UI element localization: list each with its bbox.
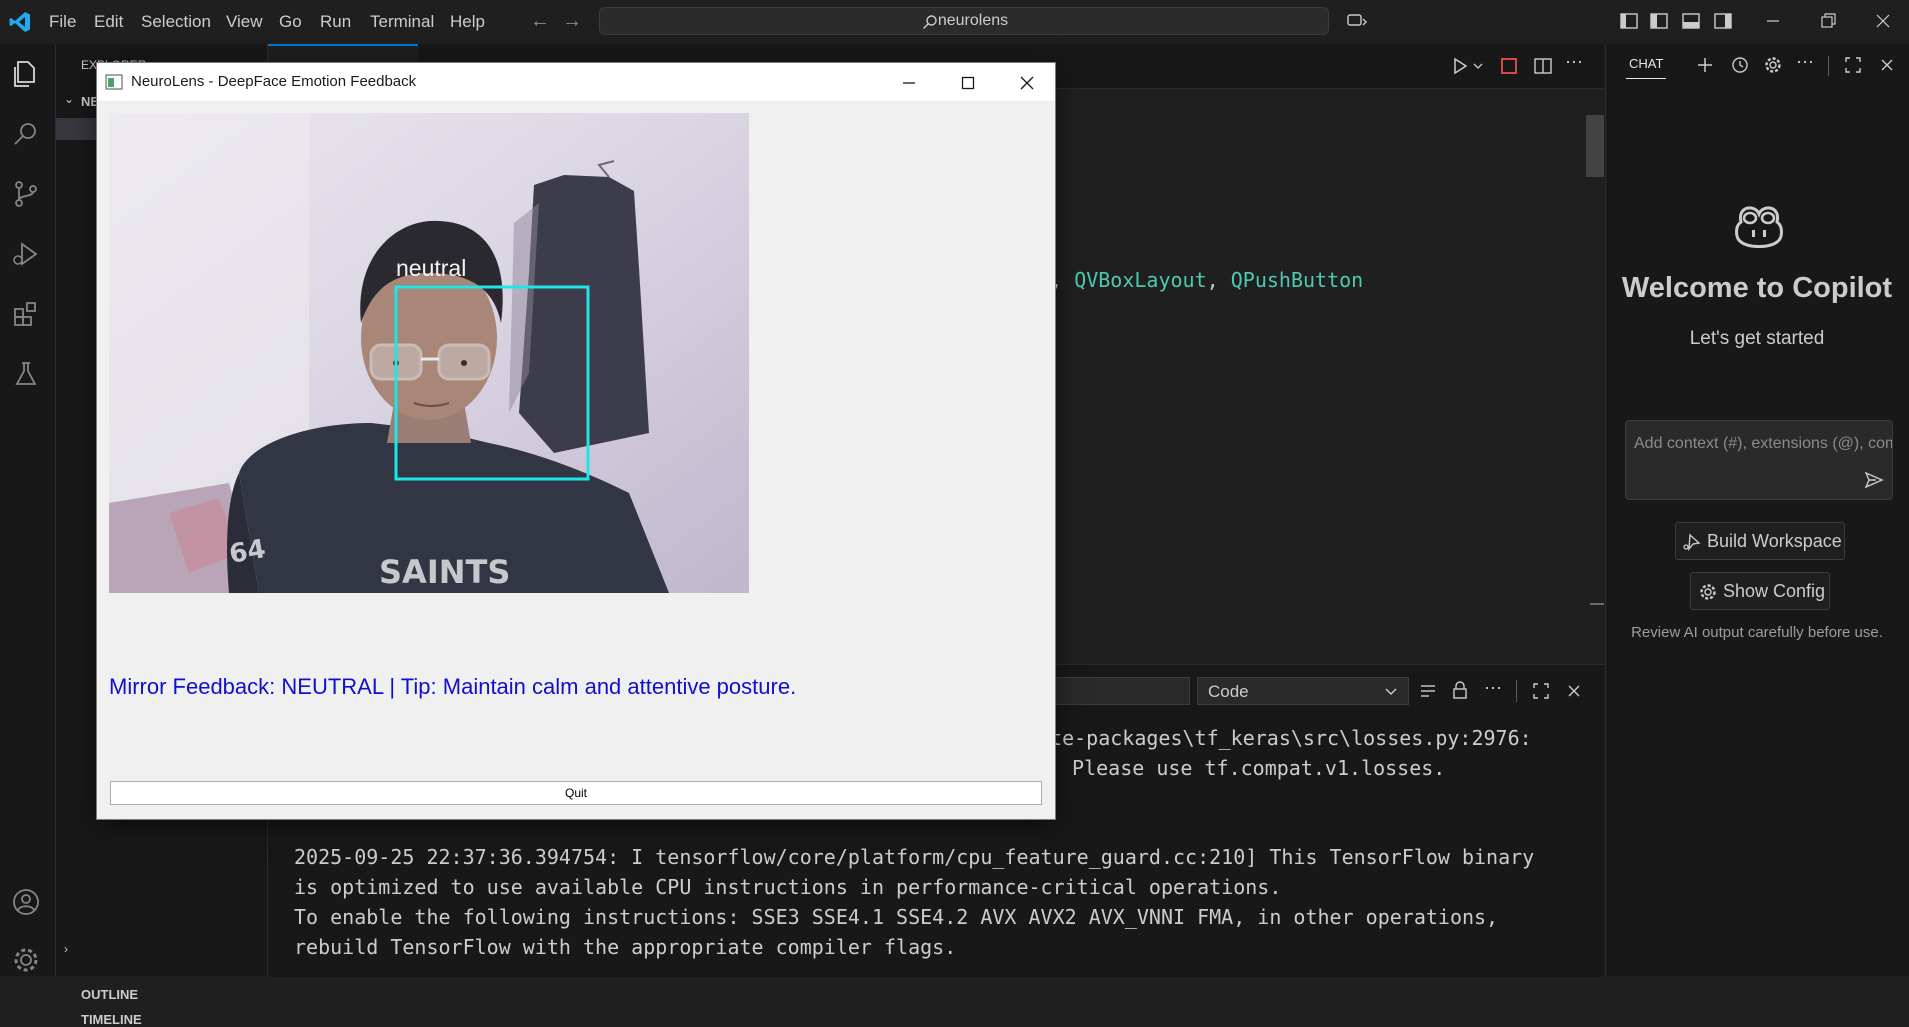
search-label: neurolens xyxy=(937,12,1009,29)
menu-go[interactable]: Go xyxy=(279,12,302,32)
new-chat-plus-icon[interactable] xyxy=(1696,56,1714,74)
review-ai-note: Review AI output carefully before use. xyxy=(1631,624,1883,641)
output-line: ite-packages\tf_keras\src\losses.py:2976… xyxy=(1038,726,1532,750)
word-wrap-icon[interactable] xyxy=(1418,681,1438,701)
testing-flask-icon[interactable] xyxy=(10,358,42,390)
timeline-section-header[interactable]: TIMELINE xyxy=(81,1012,142,1027)
more-actions-icon[interactable]: ⋯ xyxy=(1484,678,1502,699)
chat-input-placeholder: Add context (#), extensions (@), command… xyxy=(1634,435,1892,452)
chat-settings-gear-icon[interactable] xyxy=(1764,56,1782,74)
toggle-sidebar-icon[interactable] xyxy=(1648,10,1670,32)
menu-help[interactable]: Help xyxy=(450,12,485,32)
explorer-files-icon[interactable] xyxy=(10,58,42,90)
emotion-label: neutral xyxy=(396,255,467,281)
maximize-panel-icon[interactable] xyxy=(1531,681,1551,701)
minimize-icon[interactable] xyxy=(1762,10,1784,32)
more-actions-icon[interactable]: ⋯ xyxy=(1565,52,1583,73)
stop-square-icon[interactable] xyxy=(1500,57,1518,75)
activity-bar xyxy=(0,44,56,976)
search-icon[interactable] xyxy=(10,118,42,150)
build-rocket-icon xyxy=(1683,533,1701,552)
build-workspace-label: Build Workspace xyxy=(1707,531,1842,551)
chat-history-icon[interactable] xyxy=(1731,56,1749,74)
copilot-chat-panel xyxy=(1605,44,1909,976)
chat-input[interactable]: Add context (#), extensions (@), command… xyxy=(1625,420,1893,500)
close-chat-icon[interactable] xyxy=(1879,57,1895,73)
chevron-down-icon[interactable]: ⌄ xyxy=(64,92,74,106)
build-workspace-button[interactable]: Build Workspace xyxy=(1675,522,1845,560)
toggle-panel-icon[interactable] xyxy=(1680,10,1702,32)
chevron-down-icon xyxy=(1385,688,1397,695)
quit-button[interactable]: Quit xyxy=(110,781,1042,805)
output-line: Please use tf.compat.v1.losses. xyxy=(1060,756,1446,780)
maximize-chat-icon[interactable] xyxy=(1844,56,1862,74)
split-editor-icon[interactable] xyxy=(1533,56,1553,76)
maximize-icon[interactable] xyxy=(956,71,980,95)
webcam-frame-image: SAINTS 64 xyxy=(109,113,749,593)
gear-icon xyxy=(1700,584,1716,600)
app-window-icon xyxy=(105,74,123,90)
chat-tab[interactable]: CHAT xyxy=(1629,56,1663,71)
menu-run[interactable]: Run xyxy=(320,12,351,32)
run-play-icon[interactable] xyxy=(1450,56,1470,76)
scrollbar-marker xyxy=(1590,603,1604,605)
code-token: , xyxy=(1206,268,1231,292)
restore-icon[interactable] xyxy=(1817,10,1839,32)
back-arrow-icon[interactable]: ← xyxy=(530,10,550,33)
title-bar: File Edit Selection View Go Run Terminal… xyxy=(0,0,1909,44)
outline-section-header[interactable]: OUTLINE xyxy=(81,987,138,1002)
output-line: 2025-09-25 22:37:36.394754: I tensorflow… xyxy=(294,845,1535,869)
output-channel-value: Code xyxy=(1208,682,1249,701)
menu-view[interactable]: View xyxy=(226,12,263,32)
code-token: QVBoxLayout xyxy=(1074,268,1207,292)
toolbar-separator xyxy=(1516,680,1517,702)
toolbar-separator xyxy=(1828,56,1829,76)
app-title: NeuroLens - DeepFace Emotion Feedback xyxy=(131,73,417,90)
forward-arrow-icon[interactable]: → xyxy=(562,10,582,33)
show-config-button[interactable]: Show Config xyxy=(1690,572,1830,610)
output-filter-input[interactable] xyxy=(1055,677,1190,705)
source-control-icon[interactable] xyxy=(10,178,42,210)
lock-icon[interactable] xyxy=(1451,680,1469,700)
code-line-import[interactable]: el, QVBoxLayout, QPushButton xyxy=(1026,268,1363,292)
copilot-menu-icon[interactable] xyxy=(1346,10,1368,32)
shirt-text: SAINTS xyxy=(379,553,510,591)
close-icon[interactable] xyxy=(1872,10,1894,32)
vscode-logo-icon xyxy=(9,12,30,32)
menu-file[interactable]: File xyxy=(49,12,76,32)
chat-tab-indicator xyxy=(1626,78,1666,79)
neurolens-window: NeuroLens - DeepFace Emotion Feedback SA… xyxy=(96,62,1056,820)
output-line: rebuild TensorFlow with the appropriate … xyxy=(294,935,957,959)
editor-scrollbar-thumb[interactable] xyxy=(1586,115,1604,177)
toggle-secondary-sidebar-icon[interactable] xyxy=(1712,10,1734,32)
menu-terminal[interactable]: Terminal xyxy=(370,12,434,32)
output-line: To enable the following instructions: SS… xyxy=(294,905,1499,929)
chat-welcome-subtitle: Let's get started xyxy=(1689,328,1825,349)
chevron-right-icon[interactable]: › xyxy=(64,942,68,956)
close-icon[interactable] xyxy=(1015,71,1039,95)
menu-selection[interactable]: Selection xyxy=(141,12,211,32)
mirror-feedback-text: Mirror Feedback: NEUTRAL | Tip: Maintain… xyxy=(109,674,797,699)
output-line: is optimized to use available CPU instru… xyxy=(294,875,1282,899)
manage-gear-icon[interactable] xyxy=(10,944,42,976)
show-config-label: Show Config xyxy=(1723,581,1826,601)
copilot-logo-icon xyxy=(1735,206,1783,248)
more-actions-icon[interactable]: ⋯ xyxy=(1796,52,1814,73)
code-token: QPushButton xyxy=(1230,268,1364,292)
menu-edit[interactable]: Edit xyxy=(94,12,123,32)
chat-welcome-title: Welcome to Copilot xyxy=(1621,272,1893,304)
output-channel-select[interactable]: Code xyxy=(1197,677,1409,705)
sleeve-number: 64 xyxy=(227,534,268,570)
minimize-icon[interactable] xyxy=(897,71,921,95)
chevron-down-icon[interactable] xyxy=(1472,60,1484,72)
run-debug-icon[interactable] xyxy=(10,238,42,270)
customize-layout-icon[interactable] xyxy=(1618,10,1640,32)
webcam-feed: SAINTS 64 neutral xyxy=(109,113,749,593)
close-panel-icon[interactable] xyxy=(1565,682,1583,700)
app-title-bar[interactable]: NeuroLens - DeepFace Emotion Feedback xyxy=(97,63,1055,101)
send-icon[interactable] xyxy=(1864,470,1884,490)
extensions-icon[interactable] xyxy=(10,298,42,330)
command-center-search[interactable]: neurolens xyxy=(599,7,1329,35)
accounts-icon[interactable] xyxy=(10,886,42,918)
